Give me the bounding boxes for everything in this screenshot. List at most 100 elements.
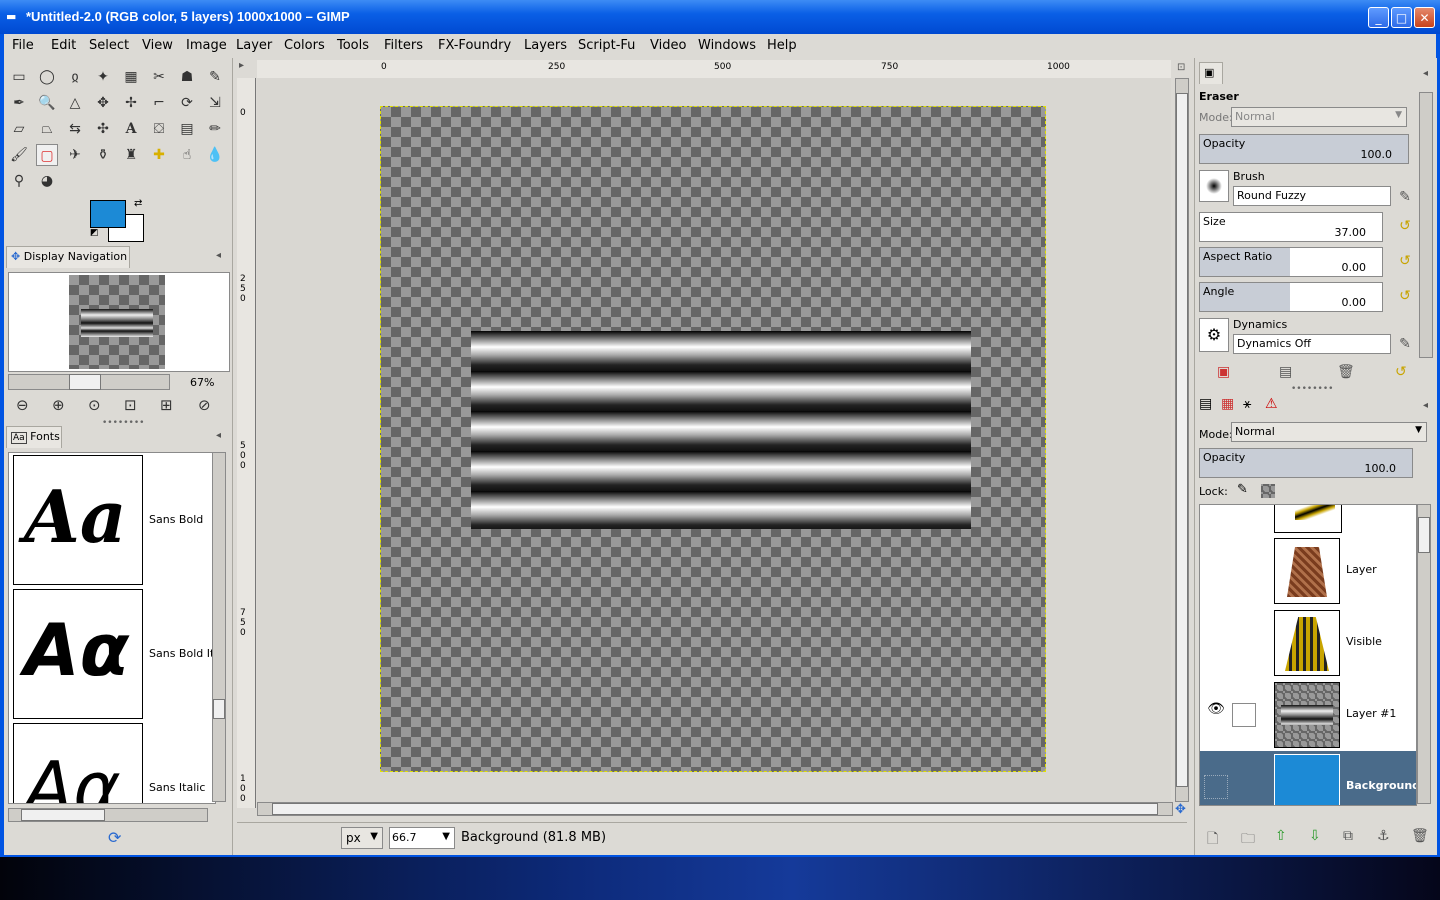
dynamics-icon[interactable]: ⚙ xyxy=(1199,318,1229,352)
scroll-thumb[interactable] xyxy=(1418,517,1430,553)
rotate-icon[interactable]: ⟳ xyxy=(176,92,198,114)
dynamics-field[interactable]: Dynamics Off xyxy=(1233,334,1391,354)
tab-menu-icon[interactable]: ◂ xyxy=(216,250,226,261)
zoom-fit-icon[interactable]: ⊡ xyxy=(124,396,137,414)
crop-icon[interactable]: ⌐ xyxy=(148,92,170,114)
perspective-icon[interactable]: ⏢ xyxy=(36,118,58,140)
layer-row[interactable]: Visible xyxy=(1200,607,1416,679)
tab-menu-icon[interactable]: ◂ xyxy=(1423,68,1433,79)
warning-icon[interactable]: ⚠ xyxy=(1265,396,1278,412)
menu-tools[interactable]: Tools xyxy=(337,38,369,53)
menu-filters[interactable]: Filters xyxy=(384,38,423,53)
airbrush-icon[interactable]: ✈ xyxy=(64,144,86,166)
zoom-slider-thumb[interactable] xyxy=(69,374,101,390)
navigation-preview[interactable] xyxy=(8,272,230,372)
foreground-select-icon[interactable]: ☗ xyxy=(176,66,198,88)
title-bar[interactable]: ▬ *Untitled-2.0 (RGB color, 5 layers) 10… xyxy=(0,0,1440,34)
unit-select[interactable]: px ▼ xyxy=(341,827,383,849)
opacity-spinner[interactable]: Opacity 100.0 xyxy=(1199,134,1409,164)
menu-view[interactable]: View xyxy=(142,38,173,53)
tool-options-scrollbar[interactable] xyxy=(1419,92,1433,358)
heal-icon[interactable]: ✚ xyxy=(148,144,170,166)
scroll-thumb[interactable] xyxy=(1176,93,1188,787)
align-icon[interactable]: ✢ xyxy=(120,92,142,114)
scale-icon[interactable]: ⇲ xyxy=(204,92,226,114)
angle-spinner[interactable]: Angle 0.00 xyxy=(1199,282,1383,312)
desaturate-icon[interactable]: ◕ xyxy=(36,170,58,192)
eraser-icon[interactable]: ▢ xyxy=(36,144,58,166)
flip-icon[interactable]: ⇆ xyxy=(64,118,86,140)
font-list-hscrollbar[interactable] xyxy=(8,808,208,822)
layer-row[interactable]: 👁 Layer #1 xyxy=(1200,679,1416,751)
shear-icon[interactable]: ▱ xyxy=(8,118,30,140)
move-icon[interactable]: ✥ xyxy=(92,92,114,114)
maximize-button[interactable]: □ xyxy=(1391,7,1412,28)
paintbrush-icon[interactable]: 🖌 xyxy=(8,144,30,166)
dock-separator[interactable]: •••••••• xyxy=(1291,384,1333,394)
paths-icon[interactable]: ✎ xyxy=(204,66,226,88)
zoom-to-fit-icon[interactable]: ⊡ xyxy=(1177,62,1185,73)
duplicate-layer-icon[interactable]: ⧉ xyxy=(1343,828,1353,844)
chain-toggle[interactable] xyxy=(1232,703,1256,727)
color-select-icon[interactable]: ▦ xyxy=(120,66,142,88)
scroll-thumb[interactable] xyxy=(272,803,1158,815)
layer-row[interactable]: Layer xyxy=(1200,535,1416,607)
image-viewport[interactable] xyxy=(257,78,1171,804)
menu-image[interactable]: Image xyxy=(186,38,227,53)
new-group-icon[interactable]: 🗀 xyxy=(1241,828,1255,852)
paths-tab-icon[interactable]: ⚹ xyxy=(1243,396,1251,412)
aspect-ratio-spinner[interactable]: Aspect Ratio 0.00 xyxy=(1199,247,1383,277)
swap-colors-icon[interactable]: ⇄ xyxy=(134,198,142,209)
canvas-hscrollbar[interactable] xyxy=(257,802,1173,816)
list-item[interactable]: Aa Sans Bold xyxy=(13,455,209,585)
foreground-color[interactable] xyxy=(90,200,126,228)
brush-field[interactable]: Round Fuzzy xyxy=(1233,186,1391,206)
lock-pixels-icon[interactable]: ✎ xyxy=(1237,482,1248,497)
list-item[interactable]: Aα Sans Italic xyxy=(13,723,209,803)
reset-size-icon[interactable]: ↺ xyxy=(1397,218,1413,234)
zoom-select[interactable]: 66.7 ▼ xyxy=(389,827,455,849)
channels-tab-icon[interactable]: ▦ xyxy=(1221,396,1234,412)
default-colors-icon[interactable]: ◩ xyxy=(90,228,99,238)
clone-icon[interactable]: ♜ xyxy=(120,144,142,166)
delete-options-icon[interactable]: 🗑 xyxy=(1337,364,1355,380)
close-button[interactable]: ✕ xyxy=(1414,7,1435,28)
horizontal-ruler[interactable]: 0 250 500 750 1000 xyxy=(257,60,1171,79)
layer-mode-select[interactable]: Normal ▼ xyxy=(1231,422,1427,442)
zoom-out-icon[interactable]: ⊖ xyxy=(16,396,29,414)
edit-dynamics-icon[interactable]: ✎ xyxy=(1397,336,1413,352)
menu-select[interactable]: Select xyxy=(89,38,129,53)
list-item[interactable]: Aα Sans Bold It xyxy=(13,589,214,719)
layer-row[interactable]: Background xyxy=(1200,751,1416,805)
menu-fx-foundry[interactable]: FX-Foundry xyxy=(438,38,511,53)
zoom-revert-icon[interactable]: ⊘ xyxy=(198,396,211,414)
reset-angle-icon[interactable]: ↺ xyxy=(1397,288,1413,304)
zoom-fill-icon[interactable]: ⊞ xyxy=(160,396,173,414)
pencil-icon[interactable]: ✏ xyxy=(204,118,226,140)
color-picker-icon[interactable]: ✒ xyxy=(8,92,30,114)
zoom-slider[interactable] xyxy=(8,374,170,390)
image-canvas[interactable] xyxy=(380,106,1046,772)
menu-layer[interactable]: Layer xyxy=(236,38,272,53)
app-menu-icon[interactable]: ▬ xyxy=(6,10,20,23)
reset-aspect-icon[interactable]: ↺ xyxy=(1397,253,1413,269)
new-layer-icon[interactable]: 🗋 xyxy=(1207,828,1218,852)
blend-icon[interactable]: ▤ xyxy=(176,118,198,140)
raise-layer-icon[interactable]: ⇧ xyxy=(1275,828,1287,844)
refresh-icon[interactable]: ⟳ xyxy=(108,828,121,847)
rect-select-icon[interactable]: ▭ xyxy=(8,66,30,88)
menu-help[interactable]: Help xyxy=(767,38,797,53)
anchor-layer-icon[interactable]: ⚓ xyxy=(1377,828,1390,844)
smudge-icon[interactable]: ☝ xyxy=(176,144,198,166)
menu-video[interactable]: Video xyxy=(650,38,686,53)
fuzzy-select-icon[interactable]: ✦ xyxy=(92,66,114,88)
menu-edit[interactable]: Edit xyxy=(51,38,76,53)
tab-menu-icon[interactable]: ◂ xyxy=(1423,400,1433,411)
navigate-icon[interactable]: ✥ xyxy=(1175,802,1186,817)
restore-options-icon[interactable]: ▤ xyxy=(1279,364,1292,380)
tab-menu-icon[interactable]: ◂ xyxy=(216,430,226,441)
tab-display-navigation[interactable]: ✥ Display Navigation xyxy=(6,246,130,268)
scroll-thumb[interactable] xyxy=(21,809,105,821)
canvas-menu-icon[interactable]: ▸ xyxy=(239,60,244,71)
free-select-icon[interactable]: ჲ xyxy=(64,66,86,88)
